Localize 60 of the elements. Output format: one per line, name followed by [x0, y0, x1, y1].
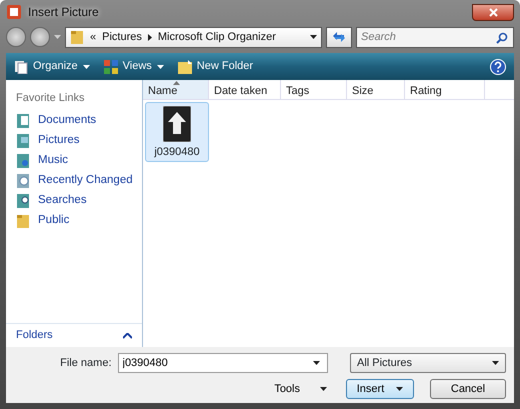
pages-icon	[14, 60, 28, 74]
caret-icon	[320, 387, 327, 391]
toolbar-button[interactable]: Views	[104, 58, 164, 75]
column-header[interactable]: Date taken	[209, 80, 281, 99]
chevron-icon[interactable]	[148, 34, 152, 40]
refresh-icon	[332, 31, 346, 43]
search-field[interactable]: Search	[356, 26, 514, 48]
file-name: j0390480	[154, 145, 200, 160]
documents-icon	[16, 112, 30, 128]
caret-icon	[156, 64, 164, 68]
file-type-dropdown[interactable]: All Pictures	[350, 353, 506, 373]
file-tile[interactable]: j0390480	[145, 102, 209, 162]
dropdown-caret-icon[interactable]	[310, 35, 317, 39]
pictures-icon	[16, 132, 30, 148]
column-header[interactable]: Size	[347, 80, 405, 99]
toolbar-button[interactable]: Organize	[14, 58, 90, 75]
sidebar-link[interactable]: Documents	[6, 110, 142, 130]
sidebar-heading: Favorite Links	[15, 91, 86, 106]
grid-icon	[104, 60, 118, 74]
caret-icon	[492, 361, 499, 365]
dropdown-caret-icon[interactable]	[312, 361, 320, 365]
sort-arrow-icon	[173, 81, 180, 85]
clock-icon	[16, 172, 30, 188]
address-bar[interactable]: « Pictures Microsoft Clip Organizer	[65, 26, 322, 48]
column-header[interactable]: Rating	[405, 80, 485, 99]
file-name-label: File name:	[60, 356, 112, 371]
close-icon	[488, 8, 498, 16]
dialog-button[interactable]: Cancel	[430, 379, 506, 399]
sidebar-link[interactable]: Music	[6, 150, 142, 170]
back-button[interactable]	[6, 27, 26, 47]
menu-button[interactable]: Tools	[267, 379, 334, 399]
caret-icon	[396, 387, 404, 391]
sidebar-link[interactable]: Pictures	[6, 130, 142, 150]
chevron-up-icon	[123, 332, 132, 338]
help-icon[interactable]	[490, 58, 506, 74]
sidebar-link[interactable]: Searches	[6, 190, 142, 210]
history-caret-icon[interactable]	[54, 35, 61, 39]
toolbar-button[interactable]: New Folder	[178, 58, 254, 75]
folder-icon	[178, 60, 192, 74]
column-header[interactable]: Tags	[281, 80, 347, 99]
column-header[interactable]: Name	[143, 80, 209, 99]
music-icon	[16, 152, 30, 168]
window-title: Insert Picture	[28, 4, 99, 21]
sidebar-link[interactable]: Public	[6, 210, 142, 230]
close-button[interactable]	[472, 4, 514, 20]
folder-icon	[16, 212, 30, 228]
magnifier-icon	[16, 192, 30, 208]
refresh-button[interactable]	[326, 26, 352, 48]
sidebar-link[interactable]: Recently Changed	[6, 170, 142, 190]
folder-icon	[70, 29, 84, 45]
breadcrumb-overflow[interactable]: «	[90, 28, 96, 46]
up-arrow-icon	[163, 106, 191, 142]
split-button[interactable]: Insert	[346, 379, 414, 399]
caret-icon	[82, 64, 90, 68]
app-icon	[6, 4, 22, 20]
file-name-field[interactable]: j0390480	[118, 353, 328, 373]
breadcrumb-item[interactable]: Microsoft Clip Organizer	[158, 28, 276, 46]
forward-button[interactable]	[30, 27, 50, 47]
search-icon	[496, 32, 508, 44]
breadcrumb-item[interactable]: Pictures	[102, 28, 142, 46]
